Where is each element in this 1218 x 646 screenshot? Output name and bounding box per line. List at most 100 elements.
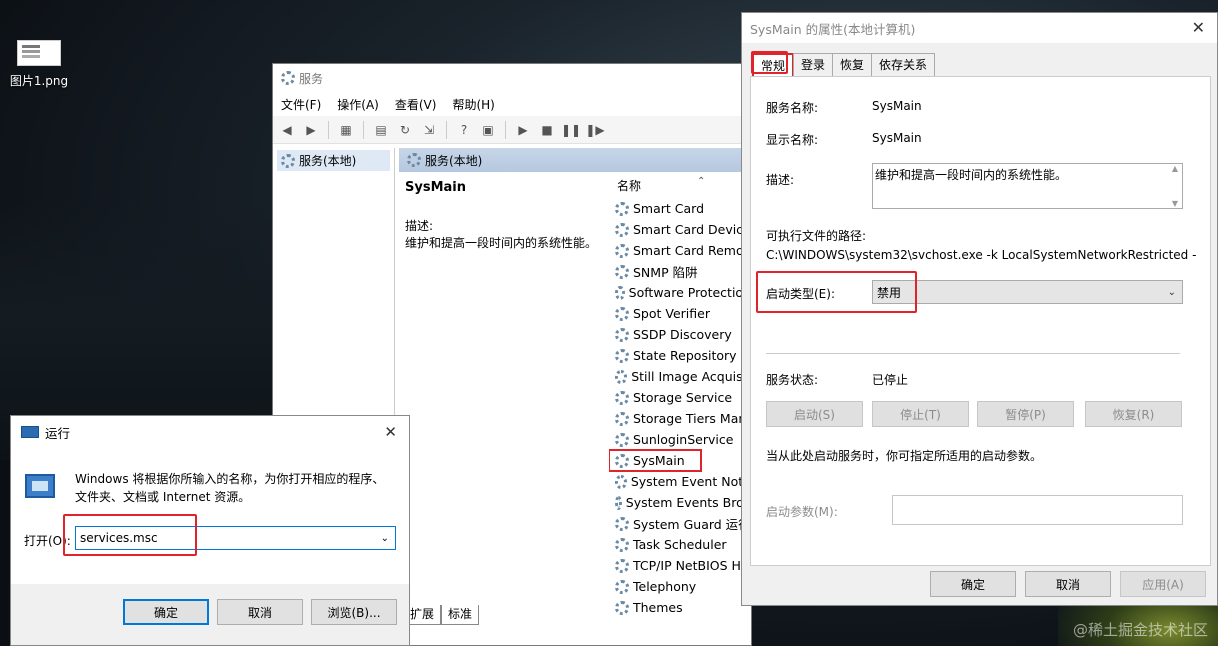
startup-type-select[interactable]: 禁用 ⌄ xyxy=(872,280,1183,304)
table-row[interactable]: Storage Tiers Man xyxy=(609,408,751,429)
start-button[interactable]: 启动(S) xyxy=(766,401,863,427)
row-label: Storage Service xyxy=(633,390,733,405)
row-label: Spot Verifier xyxy=(633,306,710,321)
services-list: 名称 ⌃ Smart Card Smart Card Device Smart … xyxy=(609,172,751,625)
table-row[interactable]: Smart Card Remov xyxy=(609,240,751,261)
properties-dialog: SysMain 的属性(本地计算机) ✕ 常规 登录 恢复 依存关系 服务名称:… xyxy=(741,12,1218,606)
table-row[interactable]: Smart Card Device xyxy=(609,219,751,240)
help-icon[interactable]: ? xyxy=(454,120,474,140)
back-arrow-icon[interactable]: ◀ xyxy=(277,120,297,140)
table-row-selected[interactable]: SysMain xyxy=(609,449,702,472)
row-label: TCP/IP NetBIOS He xyxy=(633,558,749,573)
close-icon[interactable]: ✕ xyxy=(384,423,397,441)
table-row[interactable]: System Events Brok xyxy=(609,492,751,513)
row-label: SysMain xyxy=(633,453,685,468)
row-label: Task Scheduler xyxy=(633,537,727,552)
desktop-file-icon[interactable]: 图片1.png xyxy=(4,40,74,89)
play-icon[interactable]: ▶ xyxy=(513,120,533,140)
menu-view[interactable]: 查看(V) xyxy=(395,96,437,113)
tree-item-local-services[interactable]: 服务(本地) xyxy=(277,150,390,171)
services-titlebar[interactable]: 服务 xyxy=(273,64,751,92)
properties-titlebar[interactable]: SysMain 的属性(本地计算机) ✕ xyxy=(742,13,1217,43)
snapin-icon[interactable]: ▣ xyxy=(478,120,498,140)
table-row[interactable]: SunloginService xyxy=(609,429,751,450)
pane-header: 服务(本地) xyxy=(399,148,751,172)
general-panel: 服务名称: SysMain 显示名称: SysMain 描述: 维护和提高一段时… xyxy=(750,76,1211,566)
run-browse-button[interactable]: 浏览(B)... xyxy=(311,599,397,625)
sort-caret-icon: ⌃ xyxy=(697,176,706,187)
service-status-label: 服务状态: xyxy=(766,373,819,387)
gear-icon xyxy=(615,243,629,258)
run-app-icon xyxy=(21,426,39,438)
table-row[interactable]: Themes xyxy=(609,597,751,618)
tree-item-label: 服务(本地) xyxy=(299,154,357,168)
scroll-up-icon[interactable]: ▲ xyxy=(1172,164,1178,173)
table-row[interactable]: System Event Notif xyxy=(609,471,751,492)
table-row[interactable]: Task Scheduler xyxy=(609,534,751,555)
table-row[interactable]: State Repository S xyxy=(609,345,751,366)
gear-icon xyxy=(407,153,421,167)
apply-button[interactable]: 应用(A) xyxy=(1120,571,1206,597)
console-tree-icon[interactable]: ▦ xyxy=(336,120,356,140)
tab-logon[interactable]: 登录 xyxy=(793,53,834,78)
menu-file[interactable]: 文件(F) xyxy=(281,96,321,113)
description-scrollbar[interactable]: ▲ ▼ xyxy=(1168,164,1182,208)
resume-button[interactable]: 恢复(R) xyxy=(1085,401,1182,427)
pause-icon[interactable]: ❚❚ xyxy=(561,120,581,140)
tab-recovery[interactable]: 恢复 xyxy=(832,53,873,78)
stop-button[interactable]: 停止(T) xyxy=(872,401,969,427)
table-row[interactable]: Telephony xyxy=(609,576,751,597)
refresh-icon[interactable]: ↻ xyxy=(395,120,415,140)
gear-icon xyxy=(615,306,629,321)
export-icon[interactable]: ⇲ xyxy=(419,120,439,140)
row-label: SNMP 陷阱 xyxy=(633,265,698,280)
service-name-label: 服务名称: xyxy=(766,101,819,115)
gear-icon xyxy=(281,153,295,168)
restart-icon[interactable]: ❚▶ xyxy=(585,120,605,140)
tab-standard[interactable]: 标准 xyxy=(441,605,480,625)
table-row[interactable]: Software Protection xyxy=(609,282,751,303)
description-text: 维护和提高一段时间内的系统性能。 xyxy=(405,236,598,250)
table-row[interactable]: SSDP Discovery xyxy=(609,324,751,345)
forward-arrow-icon[interactable]: ▶ xyxy=(301,120,321,140)
menu-help[interactable]: 帮助(H) xyxy=(452,96,494,113)
toolbar-divider xyxy=(363,120,364,139)
run-cancel-button[interactable]: 取消 xyxy=(217,599,303,625)
display-name-value: SysMain xyxy=(872,131,922,145)
stop-icon[interactable]: ■ xyxy=(537,120,557,140)
selected-service-name: SysMain xyxy=(405,180,466,195)
view-tabs: 扩展 标准 xyxy=(403,605,480,625)
description-box[interactable]: 维护和提高一段时间内的系统性能。 ▲ ▼ xyxy=(872,163,1183,209)
table-row[interactable]: Still Image Acquisit xyxy=(609,366,751,387)
run-titlebar[interactable]: 运行 ✕ xyxy=(11,416,409,448)
run-ok-button[interactable]: 确定 xyxy=(123,599,209,625)
divider xyxy=(766,353,1180,354)
table-row[interactable]: Spot Verifier xyxy=(609,303,751,324)
table-row[interactable]: Smart Card xyxy=(609,198,751,219)
gear-icon xyxy=(615,411,629,426)
tab-dependencies[interactable]: 依存关系 xyxy=(871,53,936,78)
menu-action[interactable]: 操作(A) xyxy=(337,96,379,113)
start-params-input[interactable] xyxy=(892,495,1183,525)
column-header-name[interactable]: 名称 ⌃ xyxy=(609,172,751,198)
row-label: Smart Card xyxy=(633,201,705,216)
row-label: SSDP Discovery xyxy=(633,327,732,342)
table-row[interactable]: SNMP 陷阱 xyxy=(609,261,751,282)
services-window-title: 服务 xyxy=(299,71,324,86)
properties-icon[interactable]: ▤ xyxy=(371,120,391,140)
gear-icon xyxy=(615,495,622,510)
table-row[interactable]: System Guard 运行 xyxy=(609,513,751,534)
path-label: 可执行文件的路径: xyxy=(766,229,867,243)
table-row[interactable]: Storage Service xyxy=(609,387,751,408)
cancel-button[interactable]: 取消 xyxy=(1025,571,1111,597)
chevron-down-icon[interactable]: ⌄ xyxy=(381,533,389,544)
gear-icon xyxy=(615,579,629,594)
service-status-value: 已停止 xyxy=(872,373,909,387)
pause-button[interactable]: 暂停(P) xyxy=(977,401,1074,427)
close-icon[interactable]: ✕ xyxy=(1192,18,1205,37)
ok-button[interactable]: 确定 xyxy=(930,571,1016,597)
desktop-icon-label: 图片1.png xyxy=(9,74,69,88)
start-params-label: 启动参数(M): xyxy=(766,505,838,519)
scroll-down-icon[interactable]: ▼ xyxy=(1172,199,1178,208)
table-row[interactable]: TCP/IP NetBIOS He xyxy=(609,555,751,576)
